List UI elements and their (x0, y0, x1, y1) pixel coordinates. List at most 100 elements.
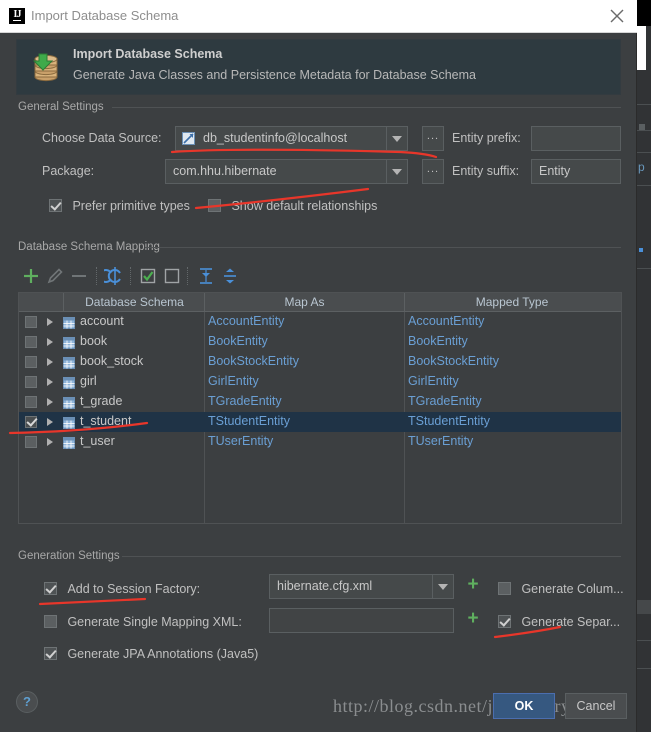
cell-map-as: AccountEntity (208, 314, 285, 328)
table-icon (63, 436, 75, 449)
show-default-relationships-checkbox[interactable]: Show default relationships (208, 197, 377, 215)
deselect-all-button[interactable] (161, 265, 183, 287)
package-browse-button[interactable]: ... (422, 159, 444, 184)
background-text: p (638, 160, 645, 174)
background-window-body (637, 26, 651, 732)
add-session-factory-file-button[interactable]: + (463, 574, 483, 598)
data-source-combo[interactable]: db_studentinfo@localhost (175, 126, 408, 151)
toolbar-separator (130, 267, 132, 285)
cell-database-schema: t_user (80, 434, 115, 448)
select-all-button[interactable] (137, 265, 159, 287)
row-checkbox[interactable] (25, 396, 37, 408)
background-row (637, 600, 651, 614)
cell-map-as: TUserEntity (208, 434, 274, 448)
schema-table[interactable]: Database Schema Map As Mapped Type accou… (18, 292, 622, 524)
column-divider[interactable] (404, 293, 405, 311)
chevron-right-icon[interactable] (47, 358, 53, 366)
table-icon (63, 356, 75, 369)
session-factory-value: hibernate.cfg.xml (277, 579, 373, 593)
table-icon (63, 336, 75, 349)
general-settings-group-label: General Settings (14, 101, 108, 113)
dialog-titlebar: IJ Import Database Schema (0, 0, 637, 33)
chevron-right-icon[interactable] (47, 398, 53, 406)
cell-map-as: BookStockEntity (208, 354, 300, 368)
background-divider (637, 104, 651, 105)
data-source-value: db_studentinfo@localhost (203, 131, 348, 145)
import-database-schema-dialog: IJ Import Database Schema Import Databas… (0, 0, 637, 732)
column-header-mapped-type[interactable]: Mapped Type (405, 295, 619, 310)
row-checkbox[interactable] (25, 416, 37, 428)
show-default-relationships-label: Show default relationships (231, 198, 378, 213)
package-combo[interactable]: com.hhu.hibernate (165, 159, 408, 184)
add-single-mapping-file-button[interactable]: + (463, 608, 483, 632)
add-session-factory-checkbox[interactable]: Add to Session Factory: (44, 580, 200, 598)
dialog-header-banner: Import Database Schema Generate Java Cla… (16, 39, 621, 95)
add-button[interactable] (20, 265, 42, 287)
generation-settings-group-label: Generation Settings (14, 550, 124, 562)
cell-database-schema: book_stock (80, 354, 144, 368)
row-checkbox[interactable] (25, 336, 37, 348)
table-row[interactable]: account AccountEntity AccountEntity (19, 312, 621, 332)
generate-jpa-annotations-checkbox[interactable]: Generate JPA Annotations (Java5) (44, 645, 258, 663)
single-mapping-field[interactable] (269, 608, 454, 633)
table-row[interactable]: girl GirlEntity GirlEntity (19, 372, 621, 392)
table-row[interactable]: book BookEntity BookEntity (19, 332, 621, 352)
edit-button[interactable] (44, 265, 66, 287)
chevron-down-icon[interactable] (432, 575, 453, 598)
banner-subtitle: Generate Java Classes and Persistence Me… (73, 68, 476, 82)
generate-single-mapping-label: Generate Single Mapping XML: (67, 614, 242, 629)
cell-database-schema: t_student (80, 414, 132, 428)
collapse-all-button[interactable] (219, 265, 241, 287)
expand-all-button[interactable] (195, 265, 217, 287)
chevron-down-icon[interactable] (386, 160, 407, 183)
close-icon[interactable] (607, 6, 627, 26)
row-checkbox[interactable] (25, 376, 37, 388)
chevron-right-icon[interactable] (47, 438, 53, 446)
row-checkbox[interactable] (25, 316, 37, 328)
session-factory-combo[interactable]: hibernate.cfg.xml (269, 574, 454, 599)
schema-mapping-group-label: Database Schema Mapping (14, 241, 164, 253)
cell-map-as: GirlEntity (208, 374, 259, 388)
column-header-map-as[interactable]: Map As (205, 295, 404, 310)
schema-mapping-rule (145, 247, 621, 248)
ok-button[interactable]: OK (493, 693, 555, 719)
cell-mapped-type: TUserEntity (408, 434, 474, 448)
table-row[interactable]: t_user TUserEntity TUserEntity (19, 432, 621, 452)
table-row[interactable]: t_grade TGradeEntity TGradeEntity (19, 392, 621, 412)
table-row[interactable]: t_student TStudentEntity TStudentEntity (19, 412, 621, 432)
row-checkbox[interactable] (25, 356, 37, 368)
refresh-button[interactable] (98, 265, 126, 287)
chevron-right-icon[interactable] (47, 378, 53, 386)
column-divider[interactable] (204, 293, 205, 311)
generate-columns-checkbox[interactable]: Generate Colum... (498, 580, 624, 598)
generate-single-mapping-checkbox[interactable]: Generate Single Mapping XML: (44, 613, 242, 631)
entity-prefix-field[interactable] (531, 126, 621, 151)
toolbar-separator (187, 267, 189, 285)
checkbox-box (44, 615, 57, 629)
table-row[interactable]: book_stock BookStockEntity BookStockEntity (19, 352, 621, 372)
generate-separate-checkbox[interactable]: Generate Separ... (498, 613, 620, 631)
chevron-right-icon[interactable] (47, 338, 53, 346)
generation-settings-rule (122, 556, 621, 557)
banner-title: Import Database Schema (73, 47, 223, 61)
prefer-primitive-types-label: Prefer primitive types (72, 198, 190, 213)
table-icon (63, 396, 75, 409)
entity-suffix-field[interactable]: Entity (531, 159, 621, 184)
chevron-down-icon[interactable] (386, 127, 407, 150)
cancel-button[interactable]: Cancel (565, 693, 627, 719)
chevron-right-icon[interactable] (47, 318, 53, 326)
background-window-highlight (637, 26, 646, 70)
table-icon (63, 376, 75, 389)
add-session-factory-label: Add to Session Factory: (67, 581, 201, 596)
prefer-primitive-types-checkbox[interactable]: Prefer primitive types (49, 197, 190, 215)
help-button[interactable]: ? (16, 691, 38, 713)
chevron-right-icon[interactable] (47, 418, 53, 426)
column-header-database-schema[interactable]: Database Schema (65, 295, 204, 310)
data-source-browse-button[interactable]: ... (422, 126, 444, 151)
remove-button[interactable] (68, 265, 90, 287)
cell-database-schema: girl (80, 374, 97, 388)
checkbox-box (498, 582, 511, 596)
column-divider[interactable] (63, 293, 64, 311)
toolbar-separator (96, 267, 98, 285)
row-checkbox[interactable] (25, 436, 37, 448)
